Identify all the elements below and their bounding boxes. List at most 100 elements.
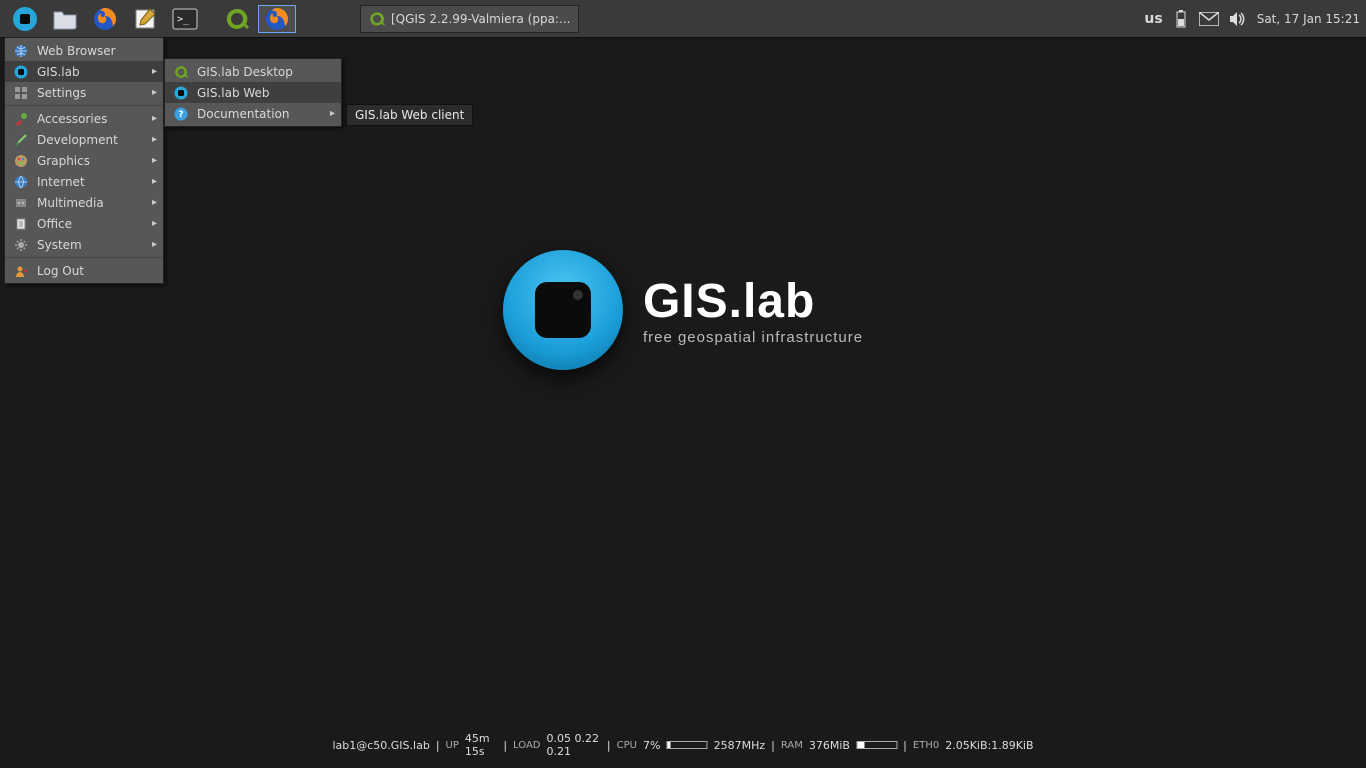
- chevron-right-icon: ▸: [152, 113, 157, 124]
- submenu-item-label: Documentation: [197, 107, 290, 121]
- editor-icon: [133, 7, 157, 31]
- submenu-item-label: GIS.lab Web: [197, 86, 270, 100]
- menu-item-graphics[interactable]: Graphics ▸: [5, 150, 163, 171]
- graphics-icon: [13, 153, 29, 169]
- chevron-right-icon: ▸: [330, 108, 335, 119]
- status-ram-label: RAM: [781, 740, 803, 751]
- menu-item-label: GIS.lab: [37, 65, 80, 79]
- logo-circle: [503, 250, 623, 370]
- logout-icon: [13, 263, 29, 279]
- submenu-item-gis-lab-web[interactable]: GIS.lab Web: [165, 82, 341, 103]
- terminal-launcher[interactable]: >_: [166, 5, 204, 33]
- status-load-label: LOAD: [513, 740, 540, 751]
- chevron-right-icon: ▸: [152, 239, 157, 250]
- qgis-launcher[interactable]: [218, 5, 256, 33]
- menu-item-log-out[interactable]: Log Out: [5, 260, 163, 281]
- file-manager-launcher[interactable]: [46, 5, 84, 33]
- menu-item-system[interactable]: System ▸: [5, 234, 163, 255]
- status-cpu-freq: 2587MHz: [714, 739, 766, 752]
- status-eth-label: ETH0: [913, 740, 939, 751]
- globe-icon: [13, 43, 29, 59]
- firefox-icon: [93, 7, 117, 31]
- logo-text: GIS.lab free geospatial infrastructure: [643, 274, 863, 346]
- svg-text:>_: >_: [177, 14, 190, 25]
- development-icon: [13, 132, 29, 148]
- chevron-right-icon: ▸: [152, 155, 157, 166]
- office-icon: [13, 216, 29, 232]
- gislab-icon: [13, 64, 29, 80]
- menu-item-web-browser[interactable]: Web Browser: [5, 40, 163, 61]
- volume-icon[interactable]: [1229, 11, 1247, 27]
- settings-icon: [13, 85, 29, 101]
- menu-item-label: Development: [37, 133, 118, 147]
- menu-item-multimedia[interactable]: Multimedia ▸: [5, 192, 163, 213]
- menu-separator: [5, 257, 163, 258]
- clock[interactable]: Sat, 17 Jan 15:21: [1257, 12, 1360, 26]
- menu-item-label: Log Out: [37, 264, 84, 278]
- text-editor-launcher[interactable]: [126, 5, 164, 33]
- menu-item-accessories[interactable]: Accessories ▸: [5, 108, 163, 129]
- top-panel: >_ [QGIS 2.2.99-Valmiera (ppa:... us Sat…: [0, 0, 1366, 37]
- panel-left: >_ [QGIS 2.2.99-Valmiera (ppa:...: [6, 5, 579, 33]
- menu-item-label: System: [37, 238, 82, 252]
- menu-item-label: Graphics: [37, 154, 90, 168]
- logo-title: GIS.lab: [643, 274, 863, 329]
- battery-icon[interactable]: [1173, 9, 1189, 29]
- status-host: lab1@c50.GIS.lab: [332, 739, 429, 752]
- menu-item-office[interactable]: Office ▸: [5, 213, 163, 234]
- status-bar: lab1@c50.GIS.lab| UP 45m 15s| LOAD 0.05 …: [332, 732, 1033, 758]
- qgis-icon: [225, 7, 249, 31]
- menu-item-label: Web Browser: [37, 44, 116, 58]
- help-icon: ?: [173, 106, 189, 122]
- status-ram: 376MiB: [809, 739, 850, 752]
- svg-text:?: ?: [178, 110, 183, 120]
- status-up: 45m 15s: [465, 732, 497, 758]
- status-cpu-label: CPU: [617, 740, 637, 751]
- firefox-launcher[interactable]: [86, 5, 124, 33]
- chevron-right-icon: ▸: [152, 87, 157, 98]
- menu-item-label: Settings: [37, 86, 86, 100]
- chevron-right-icon: ▸: [152, 176, 157, 187]
- status-eth: 2.05KiB:1.89KiB: [945, 739, 1033, 752]
- menu-item-label: Multimedia: [37, 196, 104, 210]
- chevron-right-icon: ▸: [152, 134, 157, 145]
- menu-item-gis-lab[interactable]: GIS.lab ▸: [5, 61, 163, 82]
- firefox-running-launcher[interactable]: [258, 5, 296, 33]
- folder-icon: [52, 8, 78, 30]
- qgis-icon: [173, 64, 189, 80]
- menu-item-settings[interactable]: Settings ▸: [5, 82, 163, 103]
- submenu-item-gis-lab-desktop[interactable]: GIS.lab Desktop: [165, 61, 341, 82]
- menu-item-label: Office: [37, 217, 72, 231]
- menu-item-development[interactable]: Development ▸: [5, 129, 163, 150]
- mail-icon[interactable]: [1199, 12, 1219, 26]
- internet-icon: [13, 174, 29, 190]
- desktop-logo: GIS.lab free geospatial infrastructure: [503, 250, 863, 370]
- panel-right: us Sat, 17 Jan 15:21: [1144, 9, 1360, 29]
- chevron-right-icon: ▸: [152, 197, 157, 208]
- firefox-icon: [265, 7, 289, 31]
- system-icon: [13, 237, 29, 253]
- status-up-label: UP: [446, 740, 459, 751]
- ram-bar: [856, 741, 897, 749]
- keyboard-layout-indicator[interactable]: us: [1144, 11, 1162, 27]
- terminal-icon: >_: [172, 8, 198, 30]
- menu-item-internet[interactable]: Internet ▸: [5, 171, 163, 192]
- status-cpu-pct: 7%: [643, 739, 660, 752]
- taskbar-entry-qgis[interactable]: [QGIS 2.2.99-Valmiera (ppa:...: [360, 5, 579, 33]
- accessories-icon: [13, 111, 29, 127]
- gislab-icon: [173, 85, 189, 101]
- app-menu-button[interactable]: [6, 5, 44, 33]
- chevron-right-icon: ▸: [152, 218, 157, 229]
- menu-item-label: Internet: [37, 175, 85, 189]
- menu-separator: [5, 105, 163, 106]
- multimedia-icon: [13, 195, 29, 211]
- chevron-right-icon: ▸: [152, 66, 157, 77]
- submenu-item-documentation[interactable]: ? Documentation ▸: [165, 103, 341, 124]
- qgis-icon: [369, 11, 385, 27]
- tooltip: GIS.lab Web client: [346, 104, 473, 126]
- gislab-submenu: GIS.lab Desktop GIS.lab Web? Documentation…: [164, 58, 342, 127]
- application-menu: Web Browser GIS.lab ▸ Settings ▸ Accessories ▸…: [4, 37, 164, 284]
- cpu-bar: [666, 741, 707, 749]
- logo-subtitle: free geospatial infrastructure: [643, 329, 863, 346]
- menu-item-label: Accessories: [37, 112, 107, 126]
